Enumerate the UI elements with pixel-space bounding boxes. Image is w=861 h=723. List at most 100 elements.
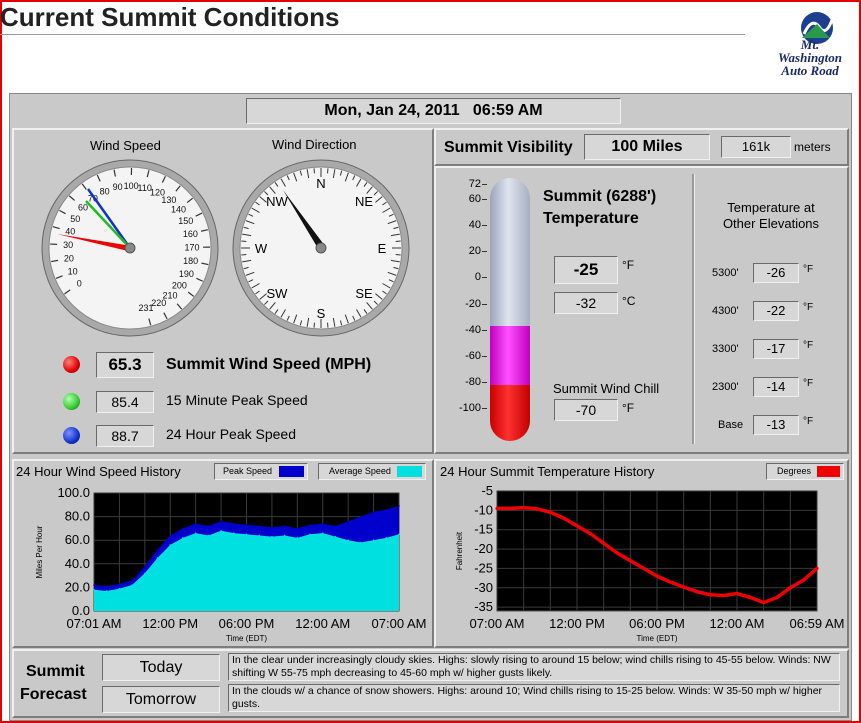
temperature-fahrenheit: -25	[554, 256, 618, 284]
data-point	[271, 526, 273, 529]
elevation-unit: °F	[803, 340, 814, 351]
data-point	[722, 593, 726, 598]
wind-chill-unit: °F	[622, 401, 635, 415]
data-point	[495, 506, 499, 511]
data-point	[334, 535, 337, 538]
speed-tick-label: 200	[172, 280, 187, 290]
thermometer-tick	[482, 356, 487, 357]
speed-tick-label: 20	[64, 254, 74, 264]
thermometer-tick	[482, 330, 487, 331]
data-point	[321, 522, 324, 525]
wind-history-chart: 0.020.040.060.080.0100.007:01 AM 12:00 PM…	[35, 485, 426, 643]
dir-label-se: SE	[355, 286, 373, 301]
datetime-display: Mon, Jan 24, 2011 06:59 AM	[246, 98, 621, 124]
elevation-label: 2300'	[712, 381, 739, 393]
data-point	[207, 534, 210, 537]
data-point	[360, 541, 362, 544]
elevation-value: -14	[753, 377, 799, 397]
data-point	[347, 520, 349, 523]
wind-legend-peak: Peak Speed	[214, 463, 308, 480]
data-point	[602, 541, 606, 545]
thermometer-tick-label: 0	[474, 271, 481, 283]
thermometer-tick	[482, 199, 487, 200]
forecast-tomorrow-text: In the clouds w/ a chance of snow shower…	[228, 684, 840, 712]
thermometer-tick	[482, 382, 487, 383]
data-point	[655, 574, 659, 578]
data-point	[642, 566, 646, 571]
visibility-section: Summit Visibility 100 Miles 161k meters	[434, 128, 849, 166]
data-point	[788, 586, 792, 590]
y-tick-label: -10	[474, 502, 493, 517]
thermometer-tick	[482, 251, 487, 252]
temperature-section: 72 60 40 20 0 -20 -40 -60 -80 -100 Summit (6288')…	[434, 166, 849, 454]
thermometer-tick-label: 72	[468, 178, 481, 190]
forecast-today-button[interactable]: Today	[102, 654, 220, 681]
data-point	[309, 533, 311, 536]
temp-history-title: 24 Hour Summit Temperature History	[440, 464, 655, 479]
elevation-value: -26	[753, 263, 799, 283]
speed-tick-label: 140	[171, 204, 186, 214]
mt-washington-logo[interactable]: Mt. Washington Auto Road	[762, 6, 858, 80]
data-point	[296, 537, 299, 539]
title-divider	[0, 34, 745, 35]
data-point	[802, 578, 806, 582]
speed-tick-label: 40	[65, 226, 75, 236]
elevation-unit: °F	[803, 378, 814, 389]
data-point	[105, 590, 108, 592]
data-point	[668, 580, 672, 584]
wind-legend-peak-label: Peak Speed	[223, 466, 273, 476]
speed-tick-label: 80	[100, 186, 110, 196]
elevation-label: 5300'	[712, 267, 739, 279]
data-point	[628, 559, 632, 563]
thermometer-tick-label: -40	[465, 324, 481, 336]
data-point	[309, 524, 311, 526]
thermometer-tick-label: -20	[465, 298, 481, 310]
data-point	[118, 583, 121, 585]
y-axis-label: Fahrenheit	[455, 531, 464, 570]
elevation-label: Base	[718, 419, 744, 431]
dir-label-sw: SW	[267, 286, 289, 301]
elevation-unit: °F	[803, 416, 814, 427]
data-point	[220, 520, 222, 523]
data-point	[131, 579, 133, 582]
forecast-label-line2: Forecast	[20, 686, 87, 703]
summit-wind-value: 65.3	[96, 352, 154, 378]
data-point	[321, 532, 324, 534]
speed-tick-label: 90	[113, 182, 123, 192]
peak15-label: 15 Minute Peak Speed	[166, 392, 308, 408]
elevation-value: -13	[753, 415, 799, 435]
data-point	[232, 532, 235, 534]
fahrenheit-unit: °F	[622, 258, 635, 272]
x-tick-label: 12:00 AM	[710, 616, 765, 631]
data-point	[398, 533, 400, 536]
wind-speed-gauge: 01020304050607080 90 100110120130140150160…	[41, 159, 219, 337]
elevation-label: 3300'	[712, 343, 739, 355]
y-tick-label: -25	[474, 560, 493, 575]
peak24-label: 24 Hour Peak Speed	[166, 426, 296, 442]
data-point	[398, 505, 400, 507]
wind-chill-value: -70	[554, 399, 618, 421]
data-point	[775, 595, 779, 600]
data-point	[708, 593, 712, 597]
y-tick-label: -15	[474, 522, 493, 537]
data-point	[283, 525, 286, 527]
x-tick-label: 06:59 AM	[790, 616, 845, 631]
elevation-value: -17	[753, 339, 799, 359]
summit-led-icon	[63, 356, 80, 373]
x-tick-label: 07:01 AM	[67, 616, 122, 631]
speed-tick-label: 160	[183, 229, 198, 239]
data-point	[347, 539, 349, 541]
data-point	[815, 566, 819, 571]
y-tick-label: 60.0	[65, 532, 90, 547]
speed-tick-label: 30	[63, 240, 73, 250]
data-point	[360, 515, 362, 518]
wind-legend-average-label: Average Speed	[329, 466, 391, 476]
data-point	[508, 506, 512, 511]
thermometer-tick	[482, 277, 487, 278]
data-point	[548, 510, 552, 514]
data-point	[220, 529, 222, 532]
forecast-tomorrow-button[interactable]: Tomorrow	[102, 686, 220, 713]
temp-history-chart: -5 -10 -15 -20 -25 -30 -35 07:00 AM 12:00 PM 06:0…	[455, 483, 845, 643]
data-point	[562, 516, 566, 520]
elevations-divider	[692, 174, 695, 444]
